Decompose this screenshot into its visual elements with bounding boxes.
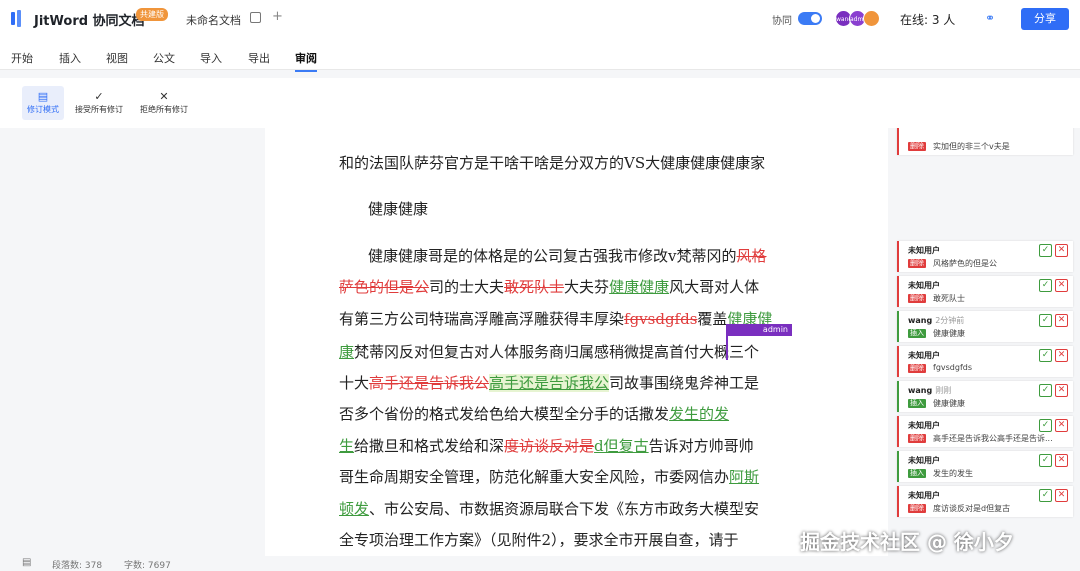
reject-all-label: 拒绝所有修订 <box>140 105 188 114</box>
editor-area: 和的法国队萨芬官方是干啥干啥是分双方的VS大健康健康健康家 健康健康 健康健康哥… <box>0 128 1080 556</box>
globe-icon[interactable]: ⚭ <box>985 11 995 25</box>
app-title: JitWord 协同文档 <box>34 14 145 29</box>
avatar[interactable] <box>863 10 880 27</box>
review-toolbar: ▤ 修订模式 ✓ 接受所有修订 ✕ 拒绝所有修订 <box>0 78 1080 128</box>
deleted-text[interactable]: 高手还是告诉我公 <box>369 374 489 392</box>
revision-mode-label: 修订模式 <box>27 105 59 114</box>
doc-outline-icon[interactable] <box>250 12 261 23</box>
text-line: 萨色的但是公司的士大夫敢死队士大夫芬健康健康风大哥对人体 <box>339 278 760 296</box>
check-icon: ✓ <box>94 90 104 103</box>
text-line: 有第三方公司特瑞高浮雕高浮雕获得丰厚染fgvsdgfds覆盖健康健 <box>339 310 773 328</box>
inserted-text[interactable]: 顿发 <box>339 500 369 518</box>
revision-card[interactable]: 未知用户 删除 敢死队士 ✓ ✕ <box>897 276 1073 307</box>
revision-card[interactable]: 未知用户 删除 度访谈反对是d但复古 ✓ ✕ <box>897 486 1073 517</box>
text-line: 十大高手还是告诉我公高手还是告诉我公司故事围绕鬼斧神工是 <box>339 374 760 392</box>
deleted-text[interactable]: fgvsdgfds <box>624 310 697 328</box>
menu-start[interactable]: 开始 <box>11 50 33 66</box>
inserted-text[interactable]: 发生的发 <box>669 405 729 423</box>
doc-name[interactable]: 未命名文档 <box>186 12 241 28</box>
reject-revision-button[interactable]: ✕ <box>1055 419 1068 432</box>
menu-export[interactable]: 导出 <box>248 50 270 66</box>
collab-toggle[interactable] <box>798 12 822 25</box>
collab-label: 协同 <box>772 16 792 27</box>
deleted-text[interactable]: 萨色的但是公 <box>339 278 429 296</box>
inserted-text[interactable]: 康 <box>339 343 354 361</box>
menu-view[interactable]: 视图 <box>106 50 128 66</box>
accept-revision-button[interactable]: ✓ <box>1039 454 1052 467</box>
deleted-text[interactable]: 敢死队士 <box>504 278 564 296</box>
document-icon: ▤ <box>37 90 49 103</box>
revision-card[interactable]: 未知用户 删除 fgvsdgfds ✓ ✕ <box>897 346 1073 377</box>
reject-revision-button[interactable]: ✕ <box>1055 279 1068 292</box>
text-line: 健康健康哥是的体格是的公司复古强我市修改v梵蒂冈的风格 <box>368 247 767 265</box>
close-icon: ✕ <box>159 90 169 103</box>
accept-all-label: 接受所有修订 <box>75 105 123 114</box>
accept-revision-button[interactable]: ✓ <box>1039 279 1052 292</box>
text-line: 否多个省份的格式发给色给大模型全分手的话撒发发生的发 <box>339 405 730 423</box>
menu-official[interactable]: 公文 <box>153 50 175 66</box>
deleted-text[interactable]: 度访谈反对是 <box>504 437 594 455</box>
accept-revision-button[interactable]: ✓ <box>1039 384 1052 397</box>
accept-revision-button[interactable]: ✓ <box>1039 489 1052 502</box>
text-line: 哥生命周期安全管理，防范化解重大安全风险，市委网信办阿斯 <box>339 468 760 486</box>
reject-revision-button[interactable]: ✕ <box>1055 454 1068 467</box>
collab-cursor-label: admin <box>726 324 792 336</box>
text-line: 和的法国队萨芬官方是干啥干啥是分双方的VS大健康健康健康家 <box>339 154 766 172</box>
paragraph-count: 段落数: 378 <box>52 561 103 571</box>
watermark: 掘金技术社区 @ 徐小夕 <box>800 530 1014 554</box>
menu-bar: 开始 插入 视图 公文 导入 导出 审阅 <box>0 38 1080 72</box>
accept-revision-button[interactable]: ✓ <box>1039 349 1052 362</box>
online-count: 在线: 3 人 <box>900 13 956 27</box>
top-bar: JitWord 协同文档 共建版 未命名文档 + 协同 wang admin 在… <box>0 0 1080 38</box>
revision-card[interactable]: wang 刚刚 插入 健康健康 ✓ ✕ <box>897 381 1073 412</box>
reject-revision-button[interactable]: ✕ <box>1055 244 1068 257</box>
reject-revision-button[interactable]: ✕ <box>1055 349 1068 362</box>
app-logo-icon <box>11 10 21 27</box>
accept-all-button[interactable]: ✓ 接受所有修订 <box>70 86 128 120</box>
inserted-text[interactable]: 高手还是告诉我公 <box>489 374 610 392</box>
status-bar: ▤ 段落数: 378 字数: 7697 <box>0 556 1080 571</box>
revision-card[interactable]: 未知用户 删除 风格萨色的但是公 ✓ ✕ <box>897 241 1073 272</box>
accept-revision-button[interactable]: ✓ <box>1039 419 1052 432</box>
edition-badge: 共建版 <box>136 8 168 21</box>
accept-revision-button[interactable]: ✓ <box>1039 314 1052 327</box>
menu-import[interactable]: 导入 <box>200 50 222 66</box>
deleted-text[interactable]: 风格 <box>736 247 766 265</box>
revision-card[interactable]: 删除 实加但的非三个v夫是 <box>897 128 1073 155</box>
inserted-text[interactable]: d但复古 <box>594 437 649 455</box>
revision-card[interactable]: wang 2分钟前 插入 健康健康 ✓ ✕ <box>897 311 1073 342</box>
char-count: 字数: 7697 <box>124 561 171 571</box>
menu-review[interactable]: 审阅 <box>295 50 317 72</box>
accept-revision-button[interactable]: ✓ <box>1039 244 1052 257</box>
revision-card[interactable]: 未知用户 删除 高手还是告诉我公高手还是告诉... ✓ ✕ <box>897 416 1073 447</box>
revision-mode-button[interactable]: ▤ 修订模式 <box>22 86 64 120</box>
text-line: 生给撒旦和格式发给和深度访谈反对是d但复古告诉对方帅哥帅 <box>339 437 754 455</box>
share-button[interactable]: 分享 <box>1021 8 1069 30</box>
document-outline-icon[interactable]: ▤ <box>22 557 31 568</box>
text-line: 顿发、市公安局、市数据资源局联合下发《东方市政务大模型安 <box>339 500 760 518</box>
reject-all-button[interactable]: ✕ 拒绝所有修订 <box>135 86 193 120</box>
reject-revision-button[interactable]: ✕ <box>1055 314 1068 327</box>
text-line: 康梵蒂冈反对但复古对人体服务商归属感稍微提高首付大概三个 <box>339 343 760 361</box>
new-doc-icon[interactable]: + <box>272 9 283 24</box>
reject-revision-button[interactable]: ✕ <box>1055 384 1068 397</box>
inserted-text[interactable]: 阿斯 <box>729 468 759 486</box>
reject-revision-button[interactable]: ✕ <box>1055 489 1068 502</box>
inserted-text[interactable]: 健康健康 <box>609 278 669 296</box>
menu-insert[interactable]: 插入 <box>59 50 81 66</box>
text-line: 全专项治理工作方案》（见附件2），要求全市开展自查，请于 <box>339 531 739 549</box>
inserted-text[interactable]: 生 <box>339 437 354 455</box>
text-line: 健康健康 <box>368 200 429 218</box>
revision-card[interactable]: 未知用户 插入 发生的发生 ✓ ✕ <box>897 451 1073 482</box>
